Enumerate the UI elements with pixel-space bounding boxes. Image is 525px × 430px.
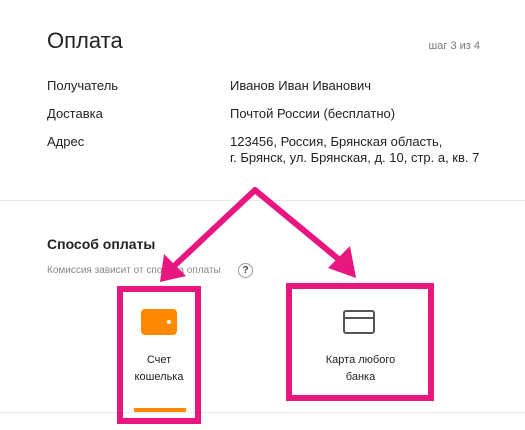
commission-hint: Комиссия зависит от способа оплаты <box>47 265 221 276</box>
arrow-head-card <box>328 246 356 278</box>
arrow-line-to-wallet <box>169 187 258 271</box>
section-divider <box>0 200 525 201</box>
payment-section-title: Способ оплаты <box>47 236 156 252</box>
address-label: Адрес <box>47 134 85 149</box>
annotation-arrows <box>160 187 356 282</box>
bottom-divider <box>0 412 525 413</box>
help-button[interactable]: ? <box>238 263 253 278</box>
recipient-label: Получатель <box>47 78 119 93</box>
address-value: 123456, Россия, Брянская область, г. Бря… <box>230 134 525 166</box>
recipient-value: Иванов Иван Иванович <box>230 78 372 93</box>
page-title: Оплата <box>47 28 123 53</box>
address-line-2: г. Брянск, ул. Брянская, д. 10, стр. а, … <box>230 150 480 165</box>
annotation-highlight-card <box>286 283 434 401</box>
address-line-1: 123456, Россия, Брянская область, <box>230 134 443 149</box>
delivery-label: Доставка <box>47 106 103 121</box>
annotation-highlight-wallet <box>117 286 201 424</box>
step-indicator: шаг 3 из 4 <box>428 40 480 52</box>
delivery-value: Почтой России (бесплатно) <box>230 106 396 121</box>
